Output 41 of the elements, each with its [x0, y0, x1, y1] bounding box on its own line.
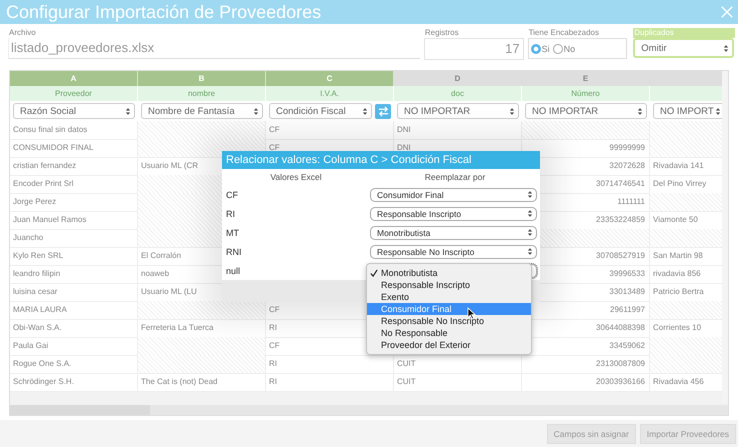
dialog-title: Relacionar valores: Columna C > Condición Fiscal [222, 151, 540, 169]
column-heading: Valores Excel [269, 172, 323, 182]
mapping-select[interactable]: Nombre de Fantasía [141, 103, 263, 119]
field-name: Número [522, 86, 650, 101]
excel-value: RNI [225, 246, 242, 256]
mapping-select[interactable]: NO IMPORTAR [397, 103, 519, 119]
mapping-select[interactable]: Condición Fiscal [269, 103, 372, 119]
radio-label: No [564, 44, 576, 54]
replacement-select[interactable]: Responsable Inscripto [370, 206, 537, 220]
column-header: E [522, 71, 650, 86]
mapping-select[interactable]: Razón Social [13, 103, 135, 119]
field-label: Duplicados [633, 28, 735, 38]
table-cell: CUIT [394, 373, 522, 392]
field-label: Archivo [8, 28, 36, 38]
table-cell: The Cat is (not) Dead [138, 373, 266, 392]
table-cell: RI [266, 373, 394, 392]
mapping-select[interactable]: NO IMPORT [653, 103, 725, 119]
column-heading: Reemplazar por [424, 172, 486, 182]
replacement-select[interactable]: Monotributista [370, 226, 537, 240]
excel-value: null [225, 266, 242, 276]
window-title: Configurar Importación de Proveedores [6, 2, 322, 22]
column-header: A [10, 71, 138, 86]
table-cell: Schrödinger S.H. [10, 373, 138, 392]
excel-value: MT [225, 228, 240, 238]
field-label: Registros [424, 28, 459, 38]
duplicates-select[interactable]: Omitir [633, 38, 734, 58]
field-label: Tiene Encabezados [528, 28, 599, 38]
field-name: I.V.A. [266, 86, 394, 101]
column-header: C [266, 71, 394, 86]
column-header: B [138, 71, 266, 86]
mapping-select[interactable]: NO IMPORTAR [525, 103, 647, 119]
field-name: nombre [138, 86, 266, 101]
table-cell: 20303936166 [522, 373, 650, 392]
excel-value: CF [225, 190, 239, 200]
replacement-select[interactable]: Responsable No Inscripto [370, 244, 537, 258]
replacement-select[interactable]: Consumidor Final [370, 188, 537, 202]
column-header: D [394, 71, 522, 86]
field-name: Proveedor [10, 86, 138, 101]
excel-value: RI [225, 208, 236, 218]
field-name: doc [394, 86, 522, 101]
radio-label: Si [542, 44, 550, 54]
